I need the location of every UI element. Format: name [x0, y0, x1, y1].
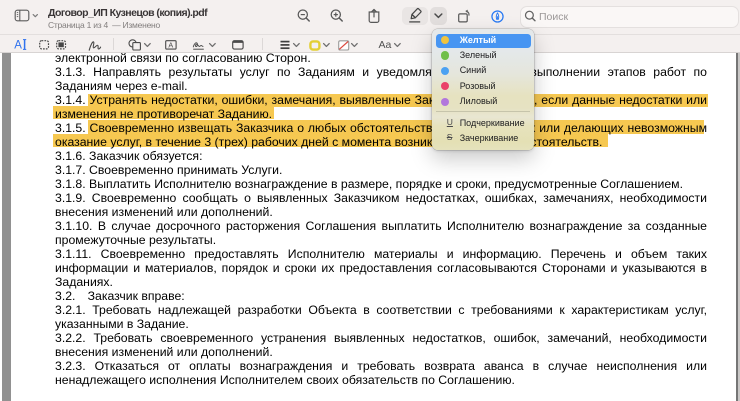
svg-text:A: A [14, 40, 22, 51]
svg-text:A: A [168, 40, 173, 49]
